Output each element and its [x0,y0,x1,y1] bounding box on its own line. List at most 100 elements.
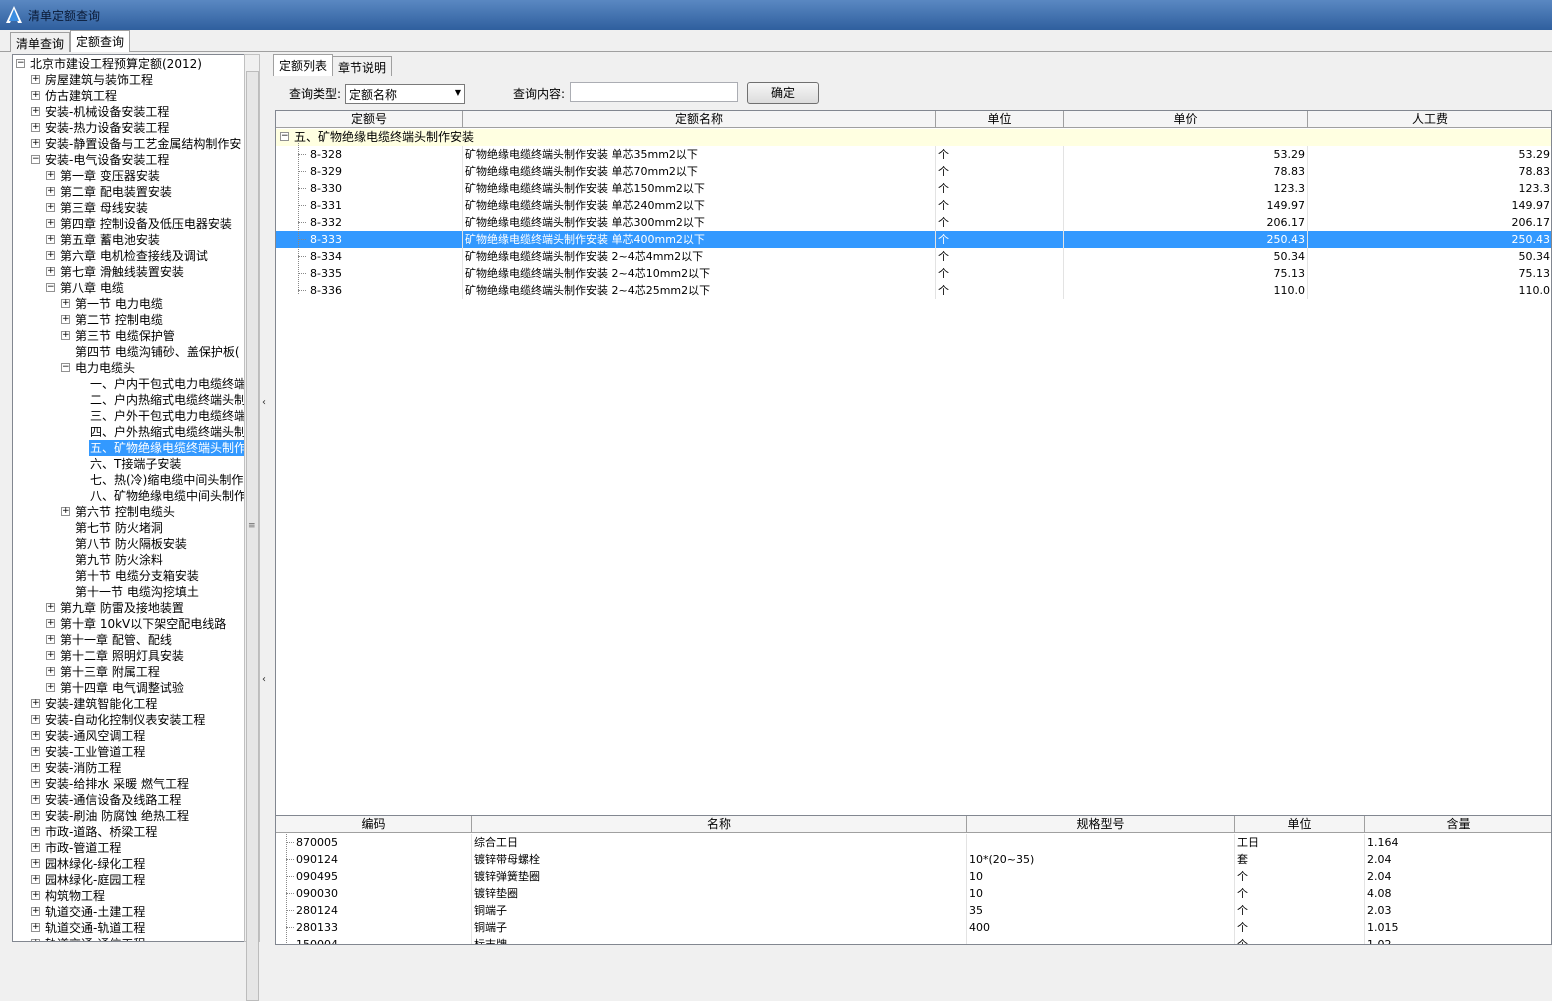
expand-icon[interactable]: + [31,123,40,132]
col-code[interactable]: 编码 [276,816,472,833]
tree-node[interactable]: + 园林绿化-绿化工程 [13,856,245,872]
quota-row[interactable]: 8-336 矿物绝缘电缆终端头制作安装 2~4芯25mm2以下个 110.0 110.… [276,282,1551,299]
query-type-select[interactable]: 定额名称 ▼ [345,84,465,104]
tree-node[interactable]: 七、热(冷)缩电缆中间头制作 [13,472,245,488]
tree-node[interactable]: 四、户外热缩式电缆终端头制 [13,424,246,440]
tree-node[interactable]: 第七节 防火堵洞 [13,520,245,536]
query-content-input[interactable] [570,82,738,102]
col-spec[interactable]: 规格型号 [967,816,1235,833]
expand-icon[interactable]: + [61,299,70,308]
quota-row[interactable]: 8-335 矿物绝缘电缆终端头制作安装 2~4芯10mm2以下个 75.13 75.1… [276,265,1551,282]
expand-icon[interactable]: + [46,667,55,676]
quota-table[interactable]: 定额号 定额名称 单位 单价 人工费 − 五、矿物绝缘电缆终端头制作安装 8-3… [275,110,1552,860]
col-labor[interactable]: 人工费 [1308,111,1551,128]
expand-icon[interactable]: + [31,139,40,148]
col-amount[interactable]: 含量 [1365,816,1551,833]
expand-icon[interactable]: + [31,779,40,788]
expand-icon[interactable]: + [46,683,55,692]
tree-node[interactable]: + 安装-机械设备安装工程 [13,104,245,120]
tree-node[interactable]: + 第十三章 附属工程 [13,664,245,680]
tree-node[interactable]: + 安装-建筑智能化工程 [13,696,245,712]
tree-node[interactable]: + 第二章 配电装置安装 [13,184,245,200]
tree-node[interactable]: + 仿古建筑工程 [13,88,245,104]
tab-list-query[interactable]: 清单查询 [10,32,71,52]
group-row[interactable]: − 五、矿物绝缘电缆终端头制作安装 [276,129,1551,146]
expand-icon[interactable]: + [61,315,70,324]
tree-node[interactable]: 第十一节 电缆沟挖填土 [13,584,245,600]
expand-icon[interactable]: + [31,843,40,852]
col-quota-no[interactable]: 定额号 [276,111,463,128]
expand-icon[interactable]: + [46,219,55,228]
tree-node[interactable]: + 第六章 电机检查接线及调试 [13,248,245,264]
expand-icon[interactable]: + [46,635,55,644]
expand-icon[interactable]: + [31,859,40,868]
col-quota-name[interactable]: 定额名称 [463,111,936,128]
tree-node[interactable]: − 北京市建设工程预算定额(2012) [13,56,245,72]
quota-row[interactable]: 8-329 矿物绝缘电缆终端头制作安装 单芯70mm2以下个 78.83 78.83 [276,163,1551,180]
tree-node[interactable]: + 第十二章 照明灯具安装 [13,648,245,664]
quota-row[interactable]: 8-328 矿物绝缘电缆终端头制作安装 单芯35mm2以下个 53.29 53.29 [276,146,1551,163]
tree-node[interactable]: + 第三节 电缆保护管 [13,328,245,344]
tree-node[interactable]: + 第一章 变压器安装 [13,168,245,184]
tree-node[interactable]: + 安装-刷油 防腐蚀 绝热工程 [13,808,245,824]
quota-row[interactable]: 8-334 矿物绝缘电缆终端头制作安装 2~4芯4mm2以下个 50.34 50.34 [276,248,1551,265]
tree-scroll-thumb[interactable] [246,71,259,1001]
expand-icon[interactable]: + [31,107,40,116]
material-row[interactable]: 090124 镀锌带母螺栓 10*(20~35) 套 2.04 [276,851,1551,868]
tree-node[interactable]: + 安装-消防工程 [13,760,245,776]
tree-node[interactable]: + 第四章 控制设备及低压电器安装 [13,216,245,232]
quota-row[interactable]: 8-333 矿物绝缘电缆终端头制作安装 单芯400mm2以下个 250.43 250.… [276,231,1551,248]
tree-node[interactable]: + 第二节 控制电缆 [13,312,245,328]
expand-icon[interactable]: + [61,331,70,340]
expand-icon[interactable]: + [46,203,55,212]
col-mat-unit[interactable]: 单位 [1235,816,1365,833]
col-material-name[interactable]: 名称 [472,816,967,833]
tree-node[interactable]: + 房屋建筑与装饰工程 [13,72,245,88]
tree-node[interactable]: + 安装-通风空调工程 [13,728,245,744]
expand-icon[interactable]: + [31,811,40,820]
expand-icon[interactable]: + [61,507,70,516]
expand-icon[interactable]: + [46,251,55,260]
tree-vertical-scrollbar[interactable]: ≡ [244,54,260,1001]
material-row[interactable]: 150004 标志牌 个 1.02 [276,936,1551,944]
col-unit[interactable]: 单位 [936,111,1064,128]
col-price[interactable]: 单价 [1064,111,1308,128]
tree-node[interactable]: + 第十四章 电气调整试验 [13,680,245,696]
expand-icon[interactable]: + [31,763,40,772]
tree-node[interactable]: + 第十章 10kV以下架空配电线路 [13,616,245,632]
expand-icon[interactable]: + [31,731,40,740]
tree-node[interactable]: − 第八章 电缆 [13,280,245,296]
expand-icon[interactable]: + [46,235,55,244]
material-row[interactable]: 280124 铜端子 35 个 2.03 [276,902,1551,919]
expand-icon[interactable]: + [31,91,40,100]
tree-node[interactable]: + 安装-通信设备及线路工程 [13,792,245,808]
collapse-left-icon[interactable]: ‹ [262,397,268,408]
tree-node[interactable]: 八、矿物绝缘电缆中间头制作 [13,488,246,504]
quota-row[interactable]: 8-330 矿物绝缘电缆终端头制作安装 单芯150mm2以下个 123.3 123.3 [276,180,1551,197]
tree-node[interactable]: + 安装-给排水 采暖 燃气工程 [13,776,245,792]
tree-node[interactable]: 第九节 防火涂料 [13,552,245,568]
expand-icon[interactable]: + [46,651,55,660]
expand-icon[interactable]: + [46,619,55,628]
expand-icon[interactable]: + [31,907,40,916]
collapse-icon[interactable]: − [61,363,70,372]
material-row[interactable]: 280133 铜端子 400 个 1.015 [276,919,1551,936]
tree-node[interactable]: 第十节 电缆分支箱安装 [13,568,245,584]
tab-quota-list[interactable]: 定额列表 [273,54,334,76]
expand-icon[interactable]: + [31,715,40,724]
tree-node[interactable]: + 安装-热力设备安装工程 [13,120,245,136]
quota-row[interactable]: 8-331 矿物绝缘电缆终端头制作安装 单芯240mm2以下个 149.97 149.… [276,197,1551,214]
tree-node[interactable]: + 安装-静置设备与工艺金属结构制作安 [13,136,245,152]
quota-row[interactable]: 8-332 矿物绝缘电缆终端头制作安装 单芯300mm2以下个 206.17 206.… [276,214,1551,231]
material-row[interactable]: 870005 综合工日 工日 1.164 [276,834,1551,851]
collapse-left-icon-2[interactable]: ‹ [262,674,268,685]
tree-node[interactable]: +轨道交通-通信工程 [13,936,245,941]
tree-node[interactable]: + 第九章 防雷及接地装置 [13,600,245,616]
collapse-icon[interactable]: − [16,59,25,68]
tree-node[interactable]: 六、T接端子安装 [13,456,245,472]
confirm-button[interactable]: 确定 [747,82,819,104]
tree-node[interactable]: + 第六节 控制电缆头 [13,504,245,520]
tree-node[interactable]: + 构筑物工程 [13,888,245,904]
tree-node[interactable]: + 安装-工业管道工程 [13,744,245,760]
expand-icon[interactable]: + [31,747,40,756]
